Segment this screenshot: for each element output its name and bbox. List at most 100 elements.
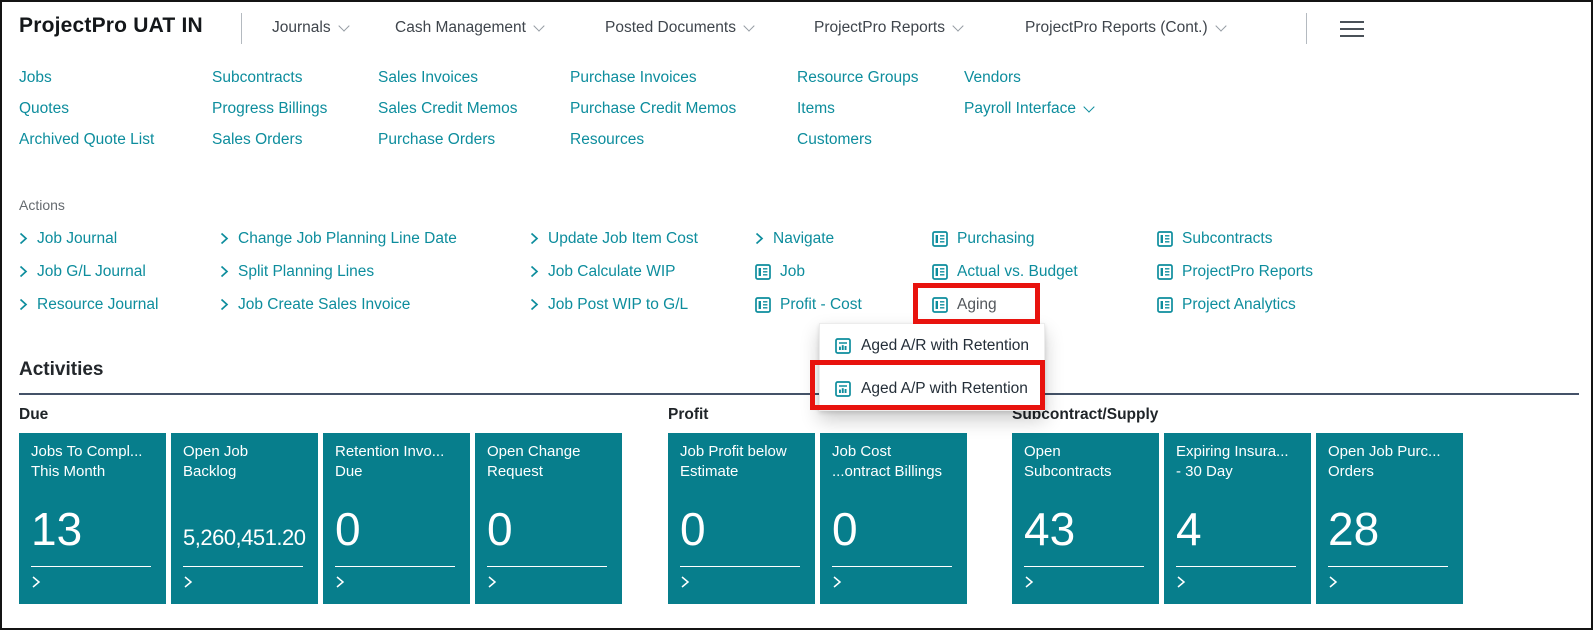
role-center-page: ProjectPro UAT IN Journals Cash Manageme… [0,0,1593,630]
tile-job-profit-below-estimate[interactable]: Job Profit belowEstimate 0 [668,433,815,604]
action-change-job-planning-line-date[interactable]: Change Job Planning Line Date [220,222,457,255]
nav-column: Subcontracts Progress Billings Sales Ord… [212,62,327,155]
menu-payroll-interface[interactable]: Payroll Interface [964,93,1093,124]
tile-open-subcontracts[interactable]: OpenSubcontracts 43 [1012,433,1159,604]
activities-heading: Activities [19,359,103,381]
tile-job-cost-contract-billings[interactable]: Job Cost...ontract Billings 0 [820,433,967,604]
action-navigate[interactable]: Navigate [755,222,862,255]
action-report-purchasing[interactable]: Purchasing [932,222,1078,255]
chevron-right-icon [31,575,154,594]
action-job-journal[interactable]: Job Journal [19,222,158,255]
link-vendors[interactable]: Vendors [964,62,1093,93]
menu-projectpro-reports-cont[interactable]: ProjectPro Reports (Cont.) [1025,19,1225,37]
chevron-right-icon [680,575,803,594]
tile-open-job-purchase-orders[interactable]: Open Job Purc...Orders 28 [1316,433,1463,604]
chevron-right-icon [1024,575,1147,594]
tile-value: 0 [335,506,458,553]
menu-posted-documents[interactable]: Posted Documents [605,19,753,37]
chevron-right-icon [183,575,306,594]
link-customers[interactable]: Customers [797,124,918,155]
link-purchase-invoices[interactable]: Purchase Invoices [570,62,736,93]
link-progress-billings[interactable]: Progress Billings [212,93,327,124]
tile-retention-invoices-due[interactable]: Retention Invo...Due 0 [323,433,470,604]
chevron-right-icon [755,232,764,245]
tile-open-job-backlog[interactable]: Open JobBacklog 5,260,451.20 [171,433,318,604]
menu-cash-management[interactable]: Cash Management [395,19,543,37]
tile-open-change-request[interactable]: Open ChangeRequest 0 [475,433,622,604]
action-report-project-analytics[interactable]: Project Analytics [1157,288,1313,321]
nav-column: Purchase Invoices Purchase Credit Memos … [570,62,736,155]
hamburger-icon[interactable] [1340,21,1366,42]
action-report-subcontracts[interactable]: Subcontracts [1157,222,1313,255]
tile-value: 0 [487,506,610,553]
report-icon [932,231,948,247]
tile-expiring-insurance-30-day[interactable]: Expiring Insura...- 30 Day 4 [1164,433,1311,604]
chevron-down-icon [1215,20,1226,31]
report-icon [755,264,771,280]
link-archived-quote-list[interactable]: Archived Quote List [19,124,154,155]
chevron-down-icon [1083,101,1094,112]
report-icon [932,297,948,313]
link-sales-orders[interactable]: Sales Orders [212,124,327,155]
action-split-planning-lines[interactable]: Split Planning Lines [220,255,457,288]
chevron-right-icon [832,575,955,594]
actions-section-label: Actions [19,197,65,213]
link-sales-invoices[interactable]: Sales Invoices [378,62,518,93]
chevron-right-icon [335,575,458,594]
action-job-calculate-wip[interactable]: Job Calculate WIP [530,255,698,288]
actions-column: Job Journal Job G/L Journal Resource Jou… [19,222,158,321]
action-job-post-wip-to-gl[interactable]: Job Post WIP to G/L [530,288,698,321]
chevron-down-icon [952,20,963,31]
action-report-projectpro-reports[interactable]: ProjectPro Reports [1157,255,1313,288]
tile-value: 28 [1328,506,1451,553]
menu-projectpro-reports[interactable]: ProjectPro Reports [814,19,962,37]
chevron-right-icon [220,298,229,311]
nav-column: Vendors Payroll Interface [964,62,1093,124]
action-update-job-item-cost[interactable]: Update Job Item Cost [530,222,698,255]
chevron-right-icon [530,265,539,278]
actions-column: Purchasing Actual vs. Budget Aging [932,222,1078,321]
actions-column: Change Job Planning Line Date Split Plan… [220,222,457,321]
chevron-right-icon [220,265,229,278]
actions-column: Subcontracts ProjectPro Reports Project … [1157,222,1313,321]
nav-column: Jobs Quotes Archived Quote List [19,62,154,155]
tile-jobs-to-complete-this-month[interactable]: Jobs To Compl...This Month 13 [19,433,166,604]
menu-item-aged-ar-with-retention[interactable]: Aged A/R with Retention [820,324,1044,367]
link-purchase-credit-memos[interactable]: Purchase Credit Memos [570,93,736,124]
action-report-job[interactable]: Job [755,255,862,288]
cue-group-due: Due Jobs To Compl...This Month 13 Open J… [19,406,622,604]
action-report-aging[interactable]: Aging [932,288,1078,321]
nav-column: Resource Groups Items Customers [797,62,918,155]
link-resource-groups[interactable]: Resource Groups [797,62,918,93]
action-job-gl-journal[interactable]: Job G/L Journal [19,255,158,288]
action-report-actual-vs-budget[interactable]: Actual vs. Budget [932,255,1078,288]
app-title: ProjectPro UAT IN [19,14,203,38]
action-report-profit-cost[interactable]: Profit - Cost [755,288,862,321]
chevron-right-icon [530,232,539,245]
cue-group-label: Subcontract/Supply [1012,406,1463,424]
link-jobs[interactable]: Jobs [19,62,154,93]
action-job-create-sales-invoice[interactable]: Job Create Sales Invoice [220,288,457,321]
activities-rule [19,393,1579,395]
link-subcontracts[interactable]: Subcontracts [212,62,327,93]
link-sales-credit-memos[interactable]: Sales Credit Memos [378,93,518,124]
link-quotes[interactable]: Quotes [19,93,154,124]
menu-item-aged-ap-with-retention[interactable]: Aged A/P with Retention [820,367,1044,410]
report-icon [932,264,948,280]
link-resources[interactable]: Resources [570,124,736,155]
action-resource-journal[interactable]: Resource Journal [19,288,158,321]
tile-value: 5,260,451.20 [183,523,306,553]
report-icon [1157,231,1173,247]
actions-column: Update Job Item Cost Job Calculate WIP J… [530,222,698,321]
menu-journals[interactable]: Journals [272,19,348,37]
aging-dropdown-menu: Aged A/R with Retention Aged A/P with Re… [819,323,1045,411]
chevron-right-icon [19,265,28,278]
tile-value: 4 [1176,506,1299,553]
report-icon [1157,297,1173,313]
chevron-right-icon [1176,575,1299,594]
tile-value: 13 [31,506,154,553]
cue-group-label: Due [19,406,622,424]
link-purchase-orders[interactable]: Purchase Orders [378,124,518,155]
report-chart-icon [835,381,851,397]
link-items[interactable]: Items [797,93,918,124]
